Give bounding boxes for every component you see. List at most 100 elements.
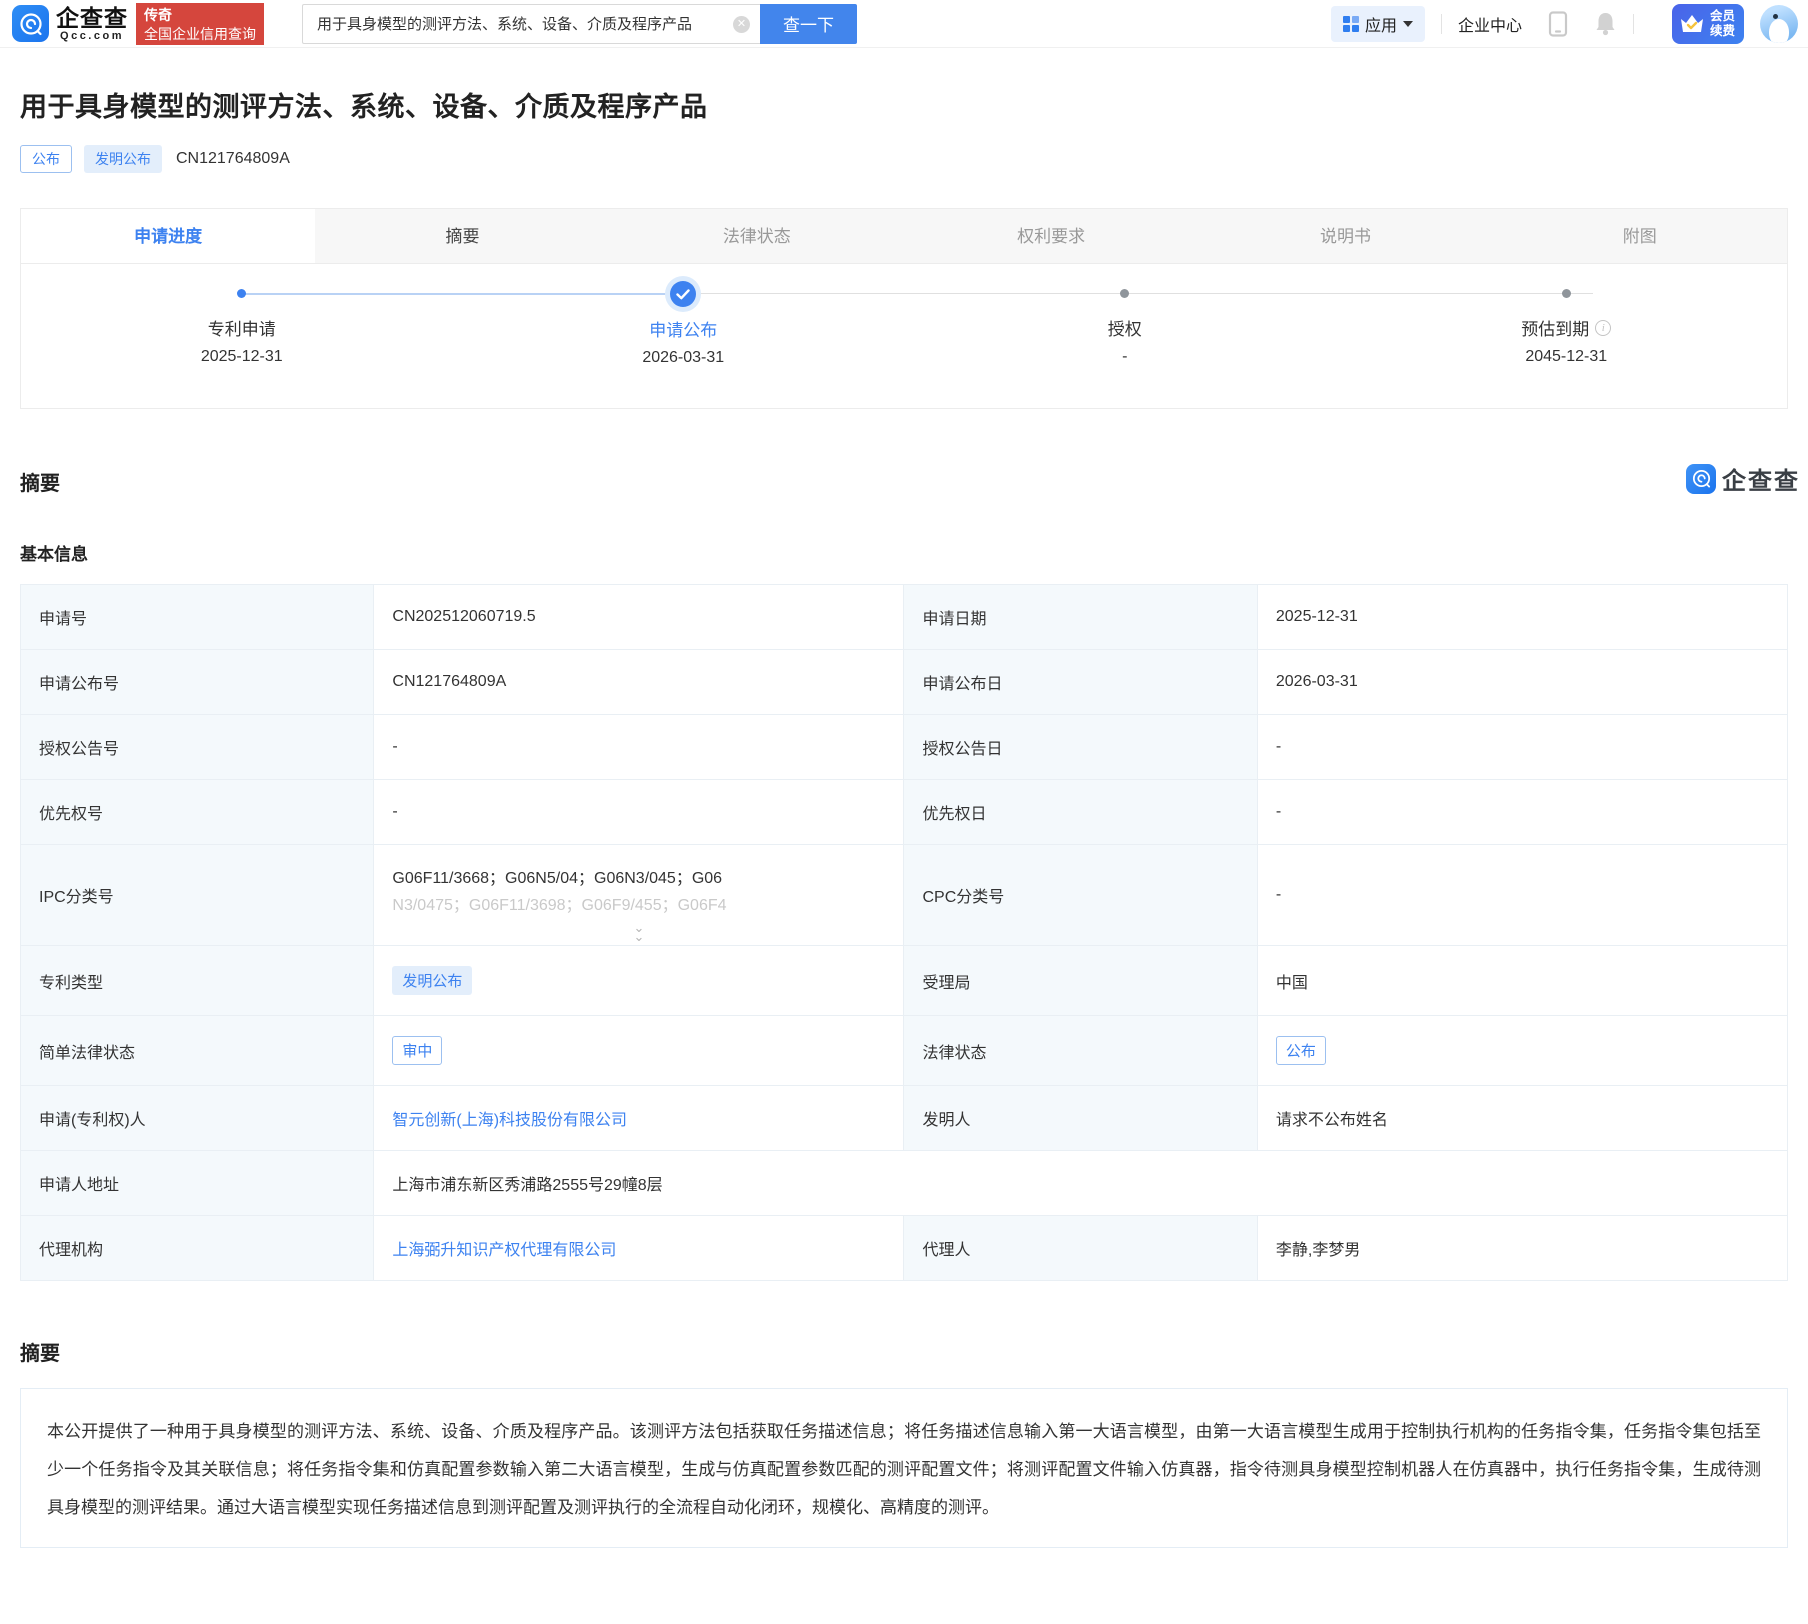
tab-description[interactable]: 说明书 [1198, 209, 1492, 263]
apps-grid-icon [1343, 16, 1359, 32]
timeline-step-label: 专利申请 [208, 315, 276, 340]
progress-card: 申请进度 摘要 法律状态 权利要求 说明书 附图 专利申请 2025-12-31 [20, 208, 1788, 409]
abstract-title: 摘要 [20, 1337, 1788, 1366]
row-label: 授权公告号 [21, 715, 374, 780]
row-value: - [1257, 845, 1787, 946]
member-level-badge: 传奇 全国企业信用查询 [136, 3, 264, 45]
row-label: 申请人地址 [21, 1151, 374, 1216]
apps-menu-button[interactable]: 应用 [1331, 6, 1425, 42]
row-label: 代理人 [904, 1216, 1257, 1281]
applicant-company-link[interactable]: 智元创新(上海)科技股份有限公司 [392, 1112, 627, 1129]
timeline-step-date: 2045-12-31 [1525, 348, 1607, 366]
tab-summary[interactable]: 摘要 [315, 209, 609, 263]
patent-title: 用于具身模型的测评方法、系统、设备、介质及程序产品 [20, 85, 1788, 124]
tab-application-progress[interactable]: 申请进度 [21, 209, 315, 263]
row-value: 李静,李梦男 [1257, 1216, 1787, 1281]
info-icon[interactable]: i [1595, 320, 1611, 336]
applicant-address: 上海市浦东新区秀浦路2555号29幢8层 [374, 1151, 1788, 1216]
timeline-step-date: 2026-03-31 [642, 349, 724, 367]
row-value: CN202512060719.5 [374, 585, 904, 650]
qcc-logo[interactable]: 企查查 Qcc.com [12, 5, 128, 42]
row-value: 2025-12-31 [1257, 585, 1787, 650]
abstract-text: 本公开提供了一种用于具身模型的测评方法、系统、设备、介质及程序产品。该测评方法包… [47, 1413, 1761, 1527]
timeline-step-label: 授权 [1108, 315, 1142, 340]
top-header: 企查查 Qcc.com 传奇 全国企业信用查询 ✕ 查一下 应用 企业中心 [0, 0, 1808, 48]
tab-drawings[interactable]: 附图 [1493, 209, 1787, 263]
header-right-nav: 应用 企业中心 会员 续费 [1331, 4, 1798, 44]
member-level-line1: 传奇 [144, 6, 256, 25]
apps-menu-label: 应用 [1365, 12, 1397, 36]
timeline-step-label: 申请公布 [649, 316, 717, 341]
check-circle-icon [670, 281, 696, 307]
timeline-step-publication: 申请公布 2026-03-31 [463, 279, 905, 367]
row-label: CPC分类号 [904, 845, 1257, 946]
notifications-bell-icon[interactable] [1594, 11, 1617, 36]
clear-search-icon[interactable]: ✕ [733, 16, 750, 33]
row-label: 授权公告日 [904, 715, 1257, 780]
search-input[interactable] [302, 4, 760, 44]
table-row: 授权公告号 - 授权公告日 - [21, 715, 1788, 780]
expand-chevron-down-icon[interactable]: ⌄⌄ [633, 923, 644, 941]
patent-tag-row: 公布 发明公布 CN121764809A [20, 145, 1788, 173]
search-button[interactable]: 查一下 [760, 4, 857, 44]
timeline-dot-done-icon [237, 289, 246, 298]
qcc-swirl-icon [1686, 464, 1716, 494]
row-value: 中国 [1257, 946, 1787, 1016]
row-value: - [1257, 715, 1787, 780]
member-renew-button[interactable]: 会员 续费 [1672, 4, 1744, 44]
crown-icon [1679, 13, 1705, 35]
table-row: 代理机构 上海弼升知识产权代理有限公司 代理人 李静,李梦男 [21, 1216, 1788, 1281]
row-value: 2026-03-31 [1257, 650, 1787, 715]
tab-bar: 申请进度 摘要 法律状态 权利要求 说明书 附图 [21, 209, 1787, 264]
timeline-step-grant: 授权 - [904, 279, 1346, 367]
row-value: - [374, 715, 904, 780]
user-avatar[interactable] [1760, 5, 1798, 43]
row-value: CN121764809A [374, 650, 904, 715]
basic-info-table: 申请号 CN202512060719.5 申请日期 2025-12-31 申请公… [20, 584, 1788, 1281]
row-label: 受理局 [904, 946, 1257, 1016]
chevron-down-icon [1403, 21, 1413, 27]
ipc-codes-line1: G06F11/3668；G06N5/04；G06N3/045；G06 [392, 865, 885, 892]
patent-type-badge: 发明公布 [392, 966, 472, 995]
ipc-codes-line2: N3/0475；G06F11/3698；G06F9/455；G06F4 [392, 892, 885, 919]
qcc-swirl-icon [18, 11, 44, 37]
table-row: 专利类型 发明公布 受理局 中国 [21, 946, 1788, 1016]
timeline-step-filing: 专利申请 2025-12-31 [21, 279, 463, 367]
abstract-box: 本公开提供了一种用于具身模型的测评方法、系统、设备、介质及程序产品。该测评方法包… [20, 1388, 1788, 1548]
search-box: ✕ 查一下 [302, 4, 857, 44]
publication-number: CN121764809A [176, 150, 290, 168]
row-label: 法律状态 [904, 1016, 1257, 1086]
member-level-line2: 全国企业信用查询 [144, 25, 256, 43]
patent-type-badge: 发明公布 [84, 145, 162, 173]
table-row: 申请人地址 上海市浦东新区秀浦路2555号29幢8层 [21, 1151, 1788, 1216]
row-value: - [374, 780, 904, 845]
timeline-step-date: - [1122, 348, 1127, 366]
qcc-logo-icon [12, 5, 49, 42]
mobile-app-icon[interactable] [1548, 11, 1568, 37]
timeline-dot-pending-icon [1562, 289, 1571, 298]
row-label: 申请公布号 [21, 650, 374, 715]
timeline-step-date: 2025-12-31 [201, 348, 283, 366]
row-value: - [1257, 780, 1787, 845]
qcc-watermark-logo: 企查查 [1686, 461, 1800, 496]
row-label: 申请号 [21, 585, 374, 650]
row-label: 优先权号 [21, 780, 374, 845]
summary-section-title: 摘要 [20, 467, 60, 496]
table-row: 申请号 CN202512060719.5 申请日期 2025-12-31 [21, 585, 1788, 650]
enterprise-center-link[interactable]: 企业中心 [1458, 12, 1522, 36]
divider [1441, 14, 1442, 34]
logo-domain-text: Qcc.com [60, 30, 124, 42]
tab-claims[interactable]: 权利要求 [904, 209, 1198, 263]
tab-legal-status[interactable]: 法律状态 [610, 209, 904, 263]
row-label: 简单法律状态 [21, 1016, 374, 1086]
agency-company-link[interactable]: 上海弼升知识产权代理有限公司 [392, 1242, 616, 1259]
summary-section-header: 摘要 企查查 [20, 467, 1788, 496]
basic-info-title: 基本信息 [20, 540, 1788, 565]
divider [1633, 14, 1634, 34]
status-badge: 公布 [20, 145, 72, 173]
row-label: 发明人 [904, 1086, 1257, 1151]
qcc-watermark-text: 企查查 [1722, 461, 1800, 496]
table-row: 申请公布号 CN121764809A 申请公布日 2026-03-31 [21, 650, 1788, 715]
ipc-codes-cell: G06F11/3668；G06N5/04；G06N3/045；G06 N3/04… [374, 845, 904, 946]
row-label: 申请公布日 [904, 650, 1257, 715]
